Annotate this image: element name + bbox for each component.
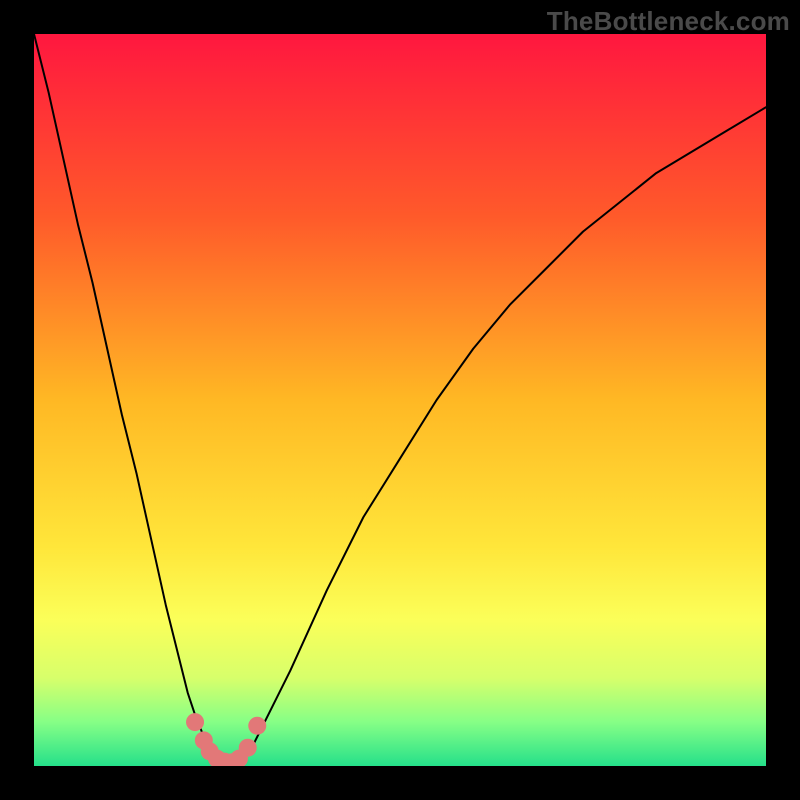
chart-frame: TheBottleneck.com xyxy=(0,0,800,800)
optimal-marker xyxy=(239,739,257,757)
chart-svg xyxy=(34,34,766,766)
optimal-marker xyxy=(186,713,204,731)
chart-plot-area xyxy=(34,34,766,766)
watermark-text: TheBottleneck.com xyxy=(547,6,790,37)
chart-background xyxy=(34,34,766,766)
optimal-marker xyxy=(248,717,266,735)
